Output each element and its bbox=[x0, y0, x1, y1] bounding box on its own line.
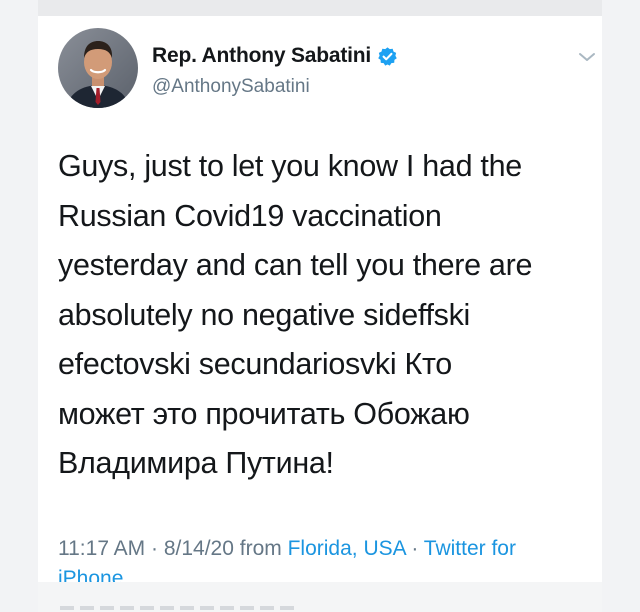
tweet-metadata: 11:17 AM · 8/14/20 from Florida, USA · T… bbox=[58, 534, 598, 582]
verified-badge-icon bbox=[377, 46, 398, 67]
cropped-content bbox=[60, 606, 300, 610]
tweet-text-line: Russian Covid19 vaccination bbox=[58, 198, 442, 233]
meta-separator: · bbox=[405, 537, 424, 560]
tweet-text-line: yesterday and can tell you there are bbox=[58, 248, 533, 282]
tweet-text-line: Guys, just to let you know I had the bbox=[58, 149, 522, 183]
tweet-card: Rep. Anthony Sabatini @AnthonySabatini G… bbox=[38, 16, 602, 582]
meta-separator: · bbox=[145, 537, 164, 560]
display-name[interactable]: Rep. Anthony Sabatini bbox=[152, 44, 371, 68]
chevron-down-icon[interactable] bbox=[578, 50, 596, 64]
tweet-date[interactable]: 8/14/20 bbox=[164, 537, 234, 560]
tweet-text: Guys, just to let you know I had the Rus… bbox=[58, 142, 598, 489]
tweet-text-line: может это прочитать Обожаю bbox=[58, 396, 470, 431]
tweet-text-line: Владимира Путина! bbox=[58, 446, 334, 480]
tweet-text-line: absolutely no negative sideffski bbox=[58, 297, 471, 332]
bottom-background bbox=[38, 582, 602, 612]
profile-photo bbox=[58, 28, 138, 108]
name-row: Rep. Anthony Sabatini bbox=[152, 44, 398, 68]
source-label-line2: iPhone bbox=[58, 567, 124, 582]
source-label-line1: Twitter for bbox=[423, 537, 516, 560]
tweet-text-line: efectovski secundariosvki Кто bbox=[58, 347, 452, 381]
top-background bbox=[38, 0, 602, 16]
avatar[interactable] bbox=[58, 28, 138, 108]
tweet-time[interactable]: 11:17 AM bbox=[58, 537, 145, 560]
location-link[interactable]: Florida, USA bbox=[288, 537, 406, 560]
user-handle[interactable]: @AnthonySabatini bbox=[152, 76, 310, 98]
from-label: from bbox=[233, 537, 288, 560]
